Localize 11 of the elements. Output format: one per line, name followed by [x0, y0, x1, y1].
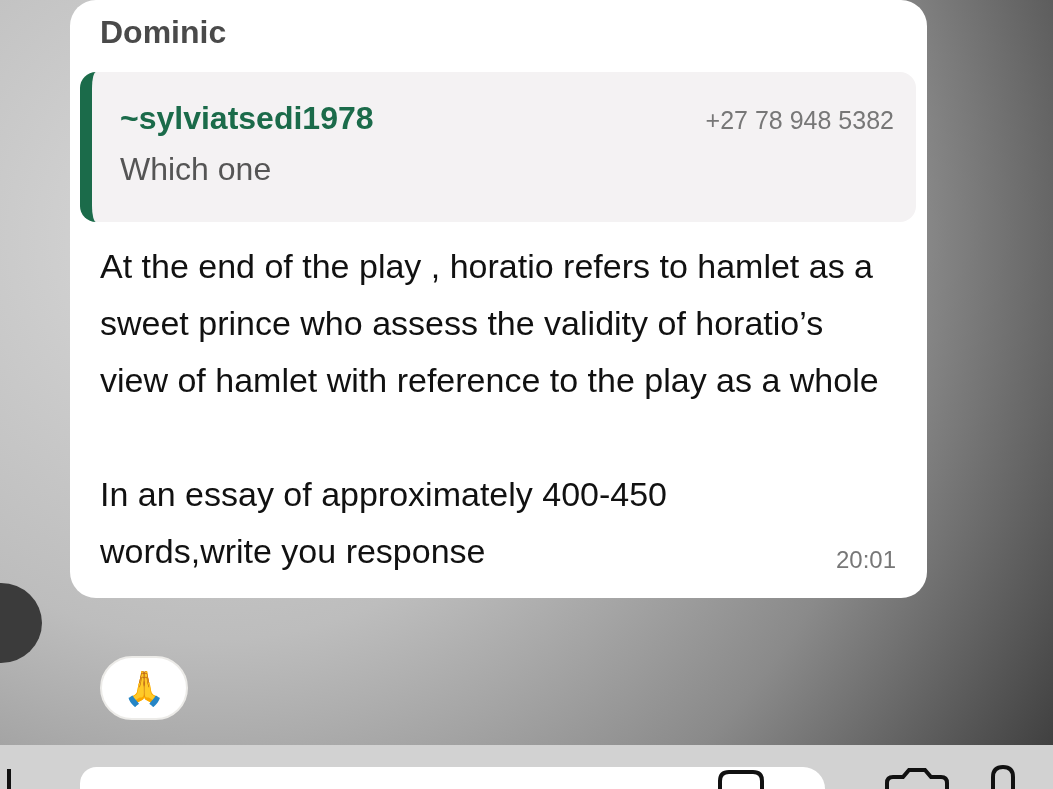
- message-input-field[interactable]: [80, 767, 825, 789]
- microphone-icon[interactable]: [989, 765, 1017, 789]
- quote-phone: +27 78 948 5382: [705, 106, 894, 135]
- message-time: 20:01: [835, 546, 896, 575]
- quote-text: Which one: [120, 151, 273, 188]
- quoted-message[interactable]: ~sylviatsedi1978 +27 78 948 5382 Which one: [80, 72, 916, 222]
- quote-author: ~sylviatsedi1978: [120, 100, 374, 137]
- message-text: In an essay of approximately 400-450 words,write you response: [100, 474, 668, 572]
- camera-icon[interactable]: [885, 767, 949, 789]
- sender-name: Dominic: [99, 14, 228, 52]
- message-text: At the end of the play , horatio refers to hamlet as a sweet prince who assess the validity of horatio’s view of hamlet with reference to the play as a whole: [100, 246, 880, 401]
